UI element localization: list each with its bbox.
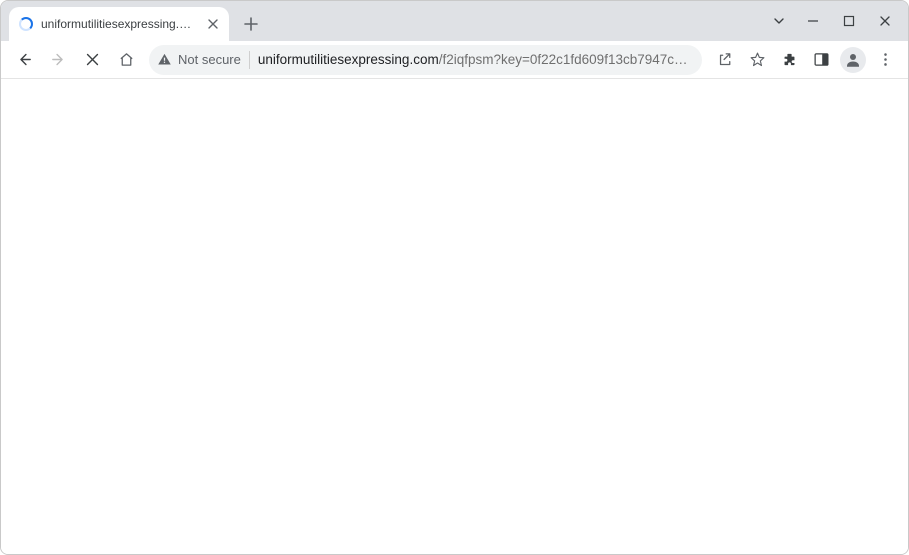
address-bar[interactable]: Not secure uniformutilitiesexpressing.co… (149, 45, 702, 75)
arrow-right-icon (50, 51, 67, 68)
tab-strip: uniformutilitiesexpressing.com/f… (1, 1, 764, 41)
kebab-icon (877, 51, 894, 68)
close-icon (879, 15, 891, 27)
maximize-button[interactable] (832, 6, 866, 36)
back-button[interactable] (9, 45, 39, 75)
toolbar: Not secure uniformutilitiesexpressing.co… (1, 41, 908, 79)
title-bar: uniformutilitiesexpressing.com/f… (1, 1, 908, 41)
side-panel-button[interactable] (806, 45, 836, 75)
window-controls (764, 1, 908, 41)
star-icon (749, 51, 766, 68)
stop-button[interactable] (77, 45, 107, 75)
plus-icon (244, 17, 258, 31)
close-icon (208, 19, 218, 29)
browser-tab[interactable]: uniformutilitiesexpressing.com/f… (9, 7, 229, 41)
share-button[interactable] (710, 45, 740, 75)
page-content (1, 79, 908, 554)
url-text: uniformutilitiesexpressing.com/f2iqfpsm?… (258, 52, 692, 67)
bookmark-button[interactable] (742, 45, 772, 75)
home-icon (118, 51, 135, 68)
minimize-icon (807, 15, 819, 27)
chevron-down-icon (773, 15, 785, 27)
security-label: Not secure (178, 52, 241, 67)
puzzle-icon (781, 51, 798, 68)
forward-button[interactable] (43, 45, 73, 75)
share-icon (717, 51, 734, 68)
home-button[interactable] (111, 45, 141, 75)
loading-spinner-icon (19, 17, 33, 31)
profile-button[interactable] (838, 45, 868, 75)
maximize-icon (843, 15, 855, 27)
toolbar-right (710, 45, 900, 75)
window-close-button[interactable] (868, 6, 902, 36)
extensions-button[interactable] (774, 45, 804, 75)
side-panel-icon (813, 51, 830, 68)
url-host: uniformutilitiesexpressing.com (258, 52, 439, 67)
url-path: /f2iqfpsm?key=0f22c1fd609f13cb7947c8cabf… (439, 52, 692, 67)
tab-close-button[interactable] (205, 16, 221, 32)
new-tab-button[interactable] (237, 10, 265, 38)
warning-triangle-icon (157, 52, 172, 67)
close-icon (84, 51, 101, 68)
arrow-left-icon (16, 51, 33, 68)
browser-window: uniformutilitiesexpressing.com/f… (0, 0, 909, 555)
security-indicator[interactable]: Not secure (157, 52, 241, 67)
menu-button[interactable] (870, 45, 900, 75)
minimize-button[interactable] (796, 6, 830, 36)
avatar (840, 47, 866, 73)
separator (249, 51, 250, 69)
tab-search-button[interactable] (764, 6, 794, 36)
tab-title: uniformutilitiesexpressing.com/f… (41, 17, 197, 31)
person-icon (844, 51, 862, 69)
